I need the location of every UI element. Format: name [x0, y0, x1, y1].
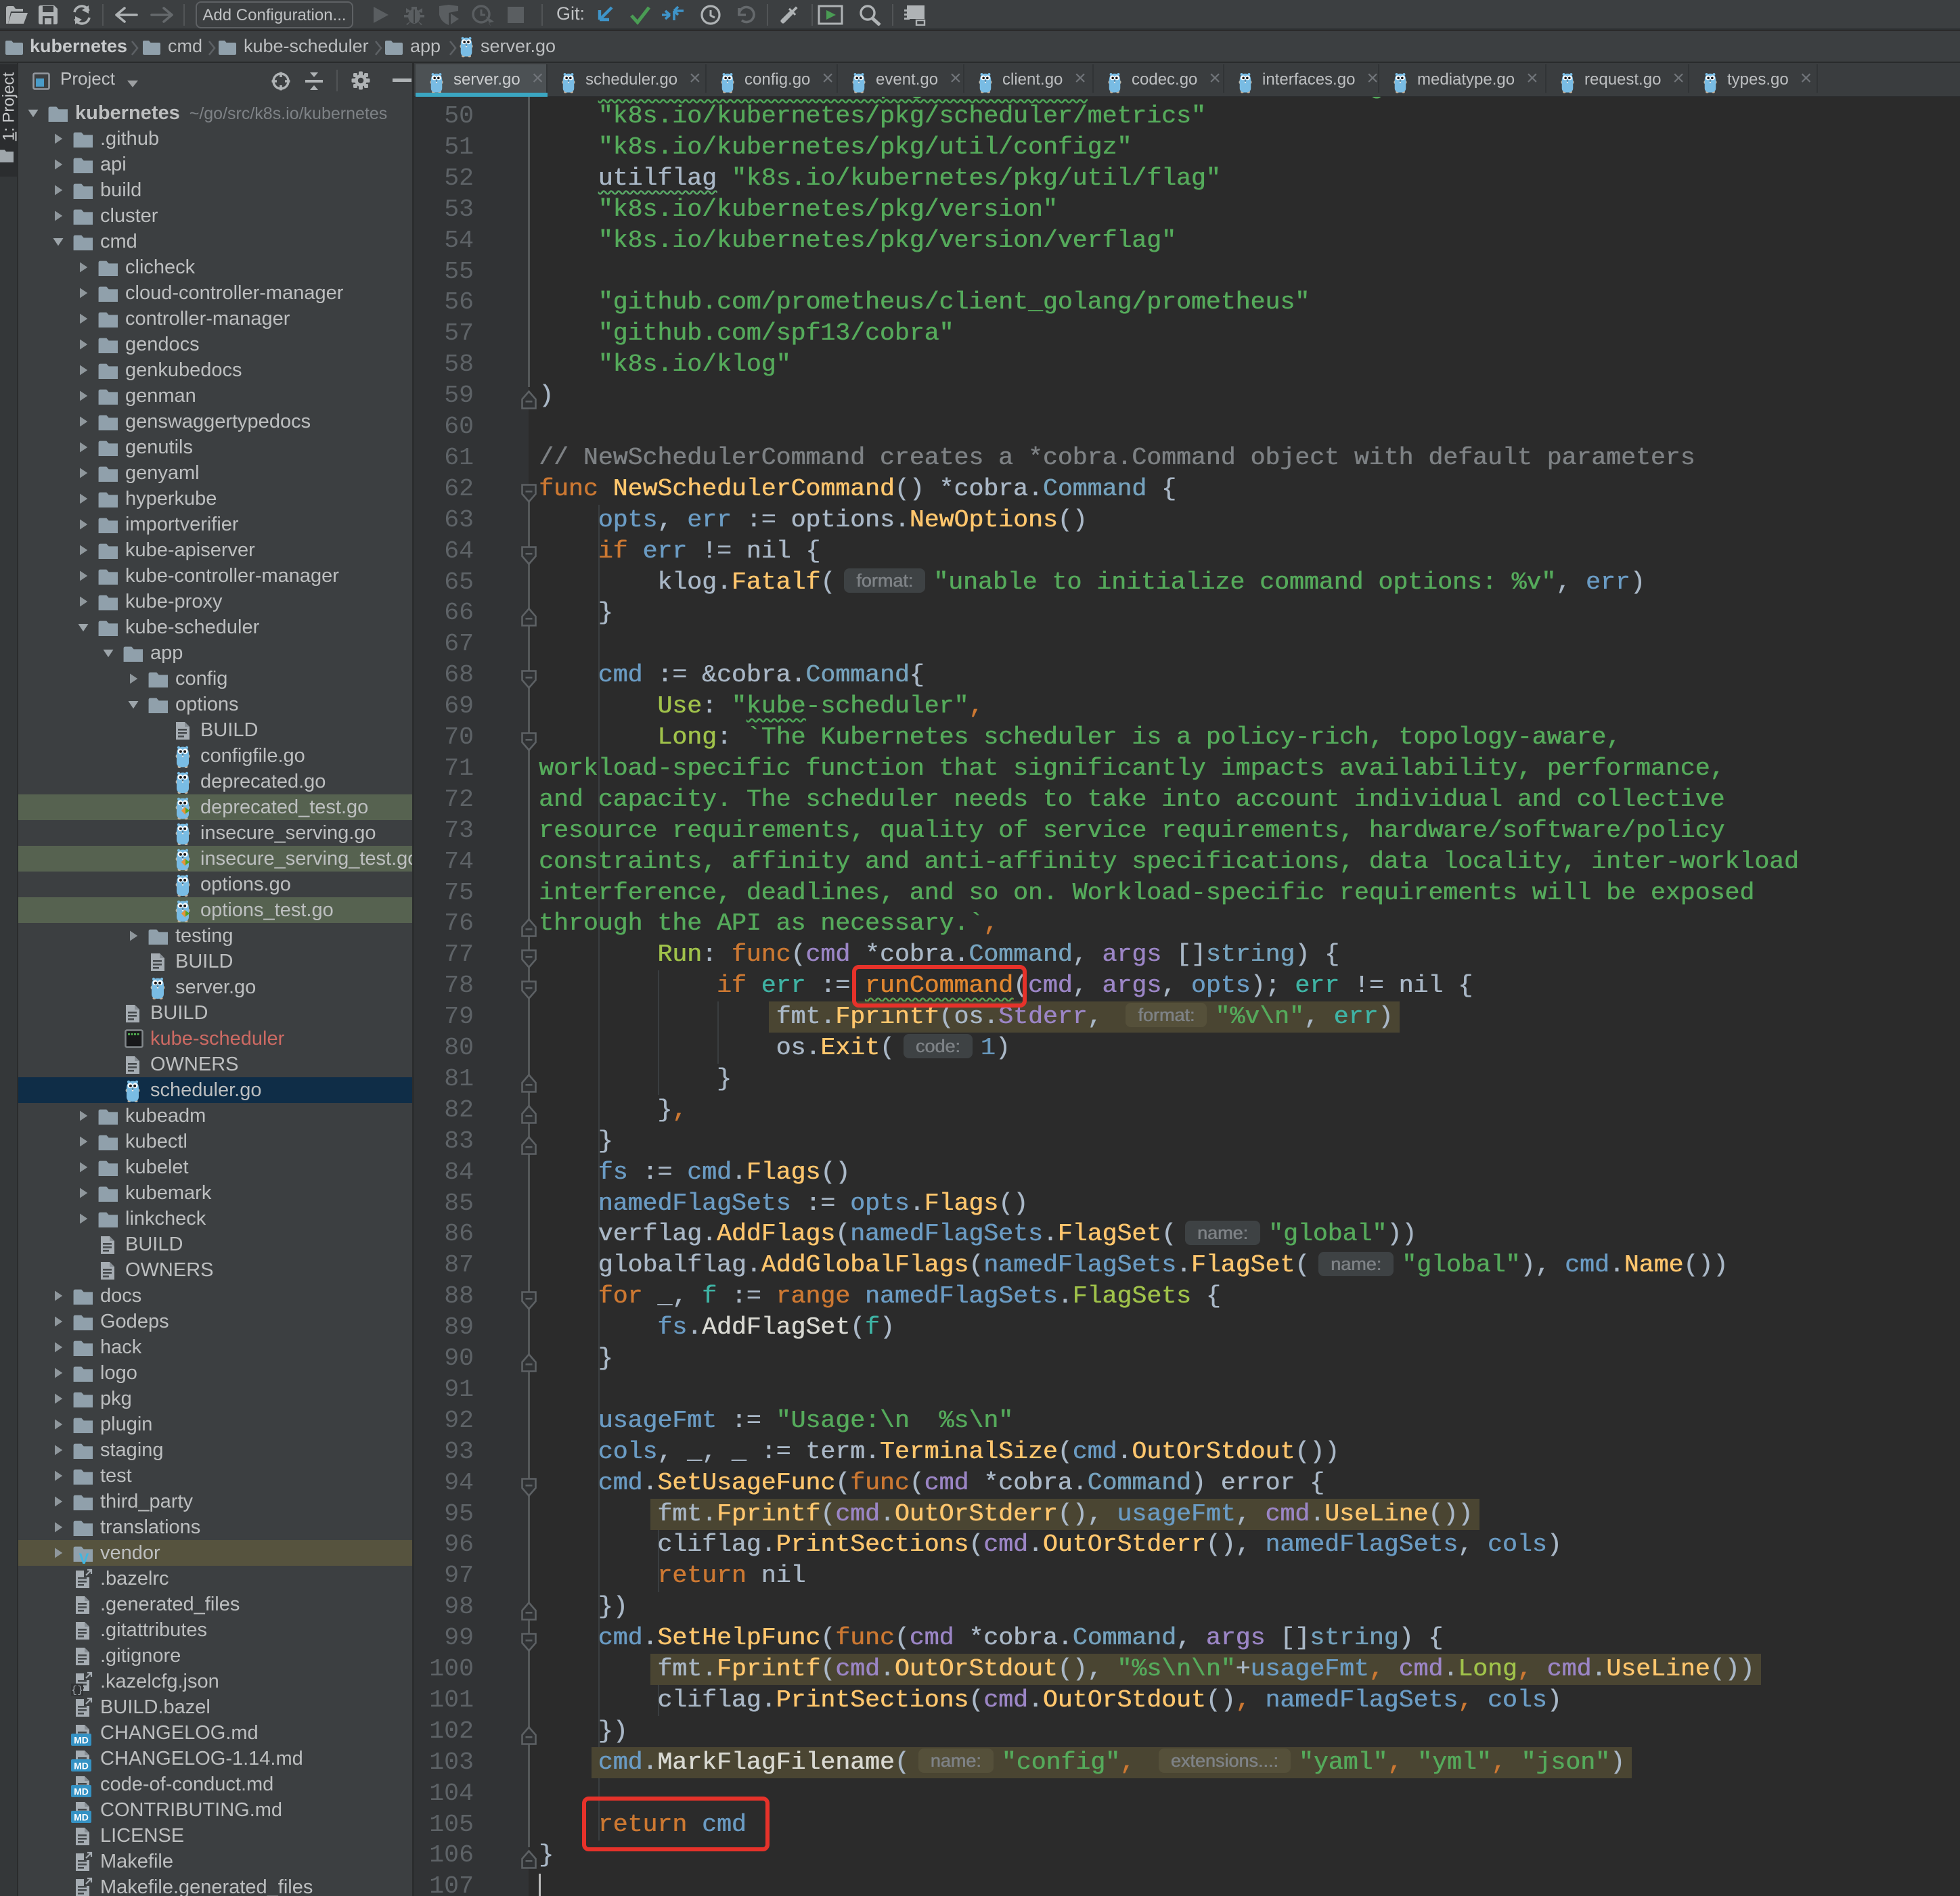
svg-text:V: V	[79, 1551, 89, 1567]
svg-text:MD: MD	[74, 1735, 89, 1746]
svg-text:MD: MD	[74, 1761, 89, 1771]
svg-text:MD: MD	[74, 1786, 89, 1797]
svg-text:MD: MD	[74, 1812, 89, 1823]
